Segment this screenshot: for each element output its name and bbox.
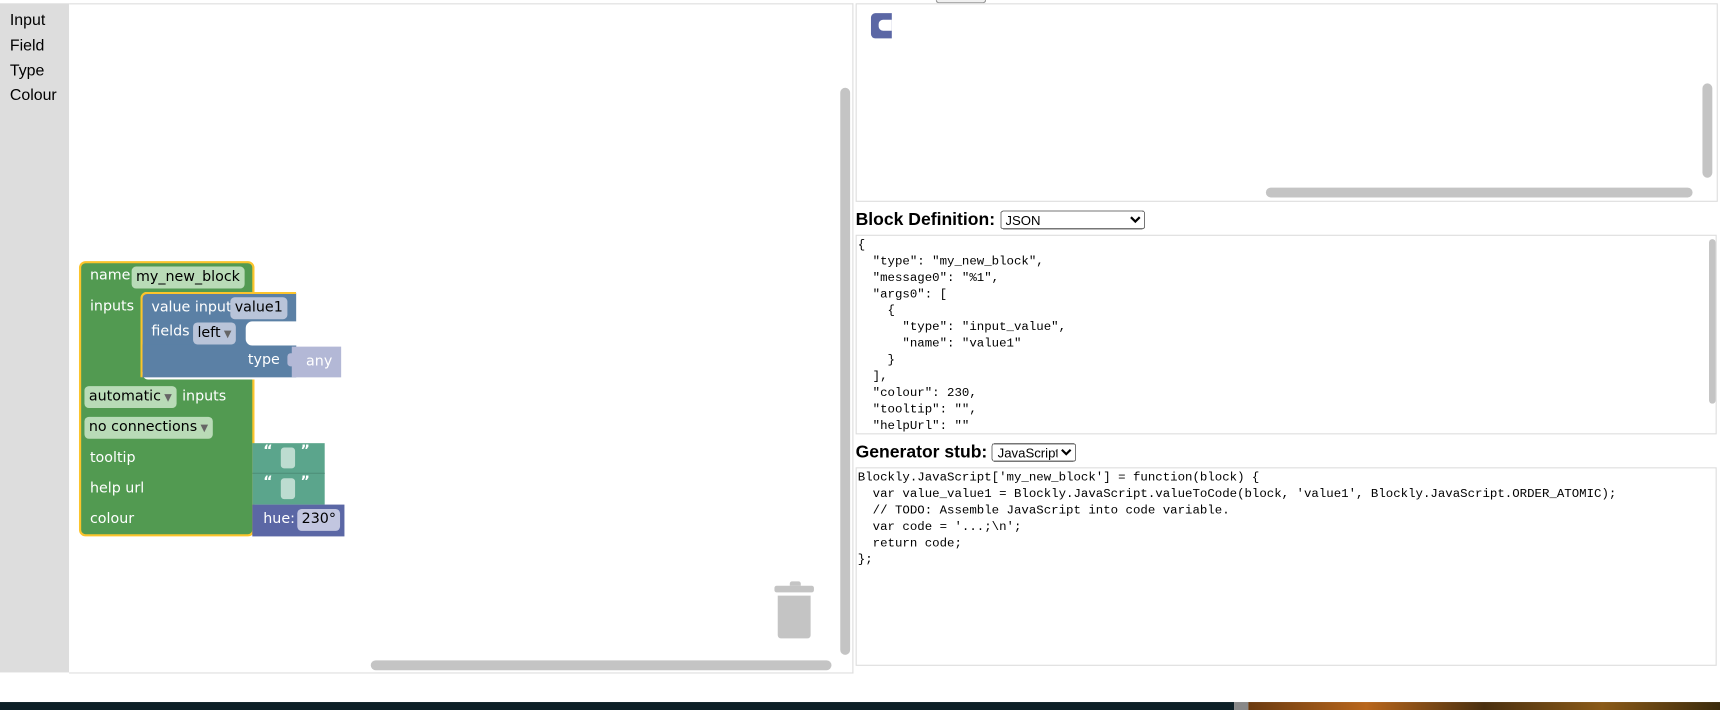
dropdown-arrow-icon: ▼ (223, 329, 232, 341)
hue-field[interactable]: 230° (297, 508, 341, 531)
dropdown-arrow-icon: ▼ (200, 423, 209, 435)
tooltip-label: tooltip (89, 449, 136, 467)
fields-align-dropdown[interactable]: left ▼ (193, 322, 236, 345)
inputs-mode-suffix: inputs (182, 388, 227, 405)
tooltip-text-field[interactable] (280, 447, 296, 469)
fields-align-value: left (197, 324, 221, 342)
close-quote-icon: ” (300, 473, 310, 491)
block-definition-header: Block Definition: JSON (855, 210, 1145, 231)
type-any-label: any (306, 353, 333, 370)
toolbox: Input Field Type Colour (0, 3, 70, 673)
trash-can-icon[interactable] (774, 581, 814, 639)
toolbox-category-input[interactable]: Input (10, 12, 45, 30)
workspace-horizontal-scrollbar[interactable] (370, 660, 832, 671)
connections-value: no connections (88, 419, 198, 436)
input-slot (245, 321, 299, 346)
inputs-label: inputs (89, 298, 135, 315)
generator-language-select[interactable]: JavaScript (992, 443, 1077, 462)
block-name-field[interactable]: my_new_block (131, 266, 245, 289)
name-label: name (89, 267, 131, 285)
block-definition-format-select[interactable]: JSON (999, 210, 1145, 230)
value-input-label: value input (151, 299, 232, 316)
hue-label: hue: (263, 511, 295, 528)
generator-stub-header: Generator stub: JavaScript (856, 443, 1077, 463)
toolbox-category-type[interactable]: Type (10, 63, 44, 81)
preview-vertical-scrollbar[interactable] (1702, 83, 1713, 178)
toolbox-category-colour[interactable]: Colour (10, 87, 57, 105)
generator-stub-code[interactable]: Blockly.JavaScript['my_new_block'] = fun… (855, 467, 1717, 666)
block-definition-label: Block Definition: (855, 210, 996, 230)
inputs-mode-value: automatic (88, 388, 161, 405)
toolbox-category-field[interactable]: Field (10, 37, 44, 55)
generator-stub-label: Generator stub: (855, 443, 988, 462)
input-name-field[interactable]: value1 (230, 297, 288, 320)
dropdown-arrow-icon: ▼ (164, 392, 172, 404)
helpurl-text-field[interactable] (280, 478, 296, 500)
workspace-vertical-scrollbar[interactable] (840, 87, 851, 655)
open-quote-icon: “ (263, 443, 273, 460)
colour-label: colour (89, 511, 135, 528)
definition-scrollbar[interactable] (1709, 239, 1716, 404)
connections-dropdown[interactable]: no connections ▼ (84, 416, 213, 439)
close-quote-icon: ” (300, 443, 310, 460)
block-definition-code[interactable]: { "type": "my_new_block", "message0": "%… (855, 234, 1717, 435)
fields-label: fields (151, 323, 190, 341)
block-preview-workspace[interactable] (855, 3, 1718, 202)
open-quote-icon: “ (263, 473, 273, 491)
bottom-divider (1234, 702, 1249, 710)
helpurl-label: help url (89, 480, 145, 497)
bottom-dark-bar (0, 702, 1235, 710)
bottom-image-strip (1248, 702, 1720, 710)
type-label: type (247, 352, 280, 369)
inputs-mode-dropdown[interactable]: automatic ▼ (84, 386, 177, 409)
preview-horizontal-scrollbar[interactable] (1265, 187, 1693, 198)
